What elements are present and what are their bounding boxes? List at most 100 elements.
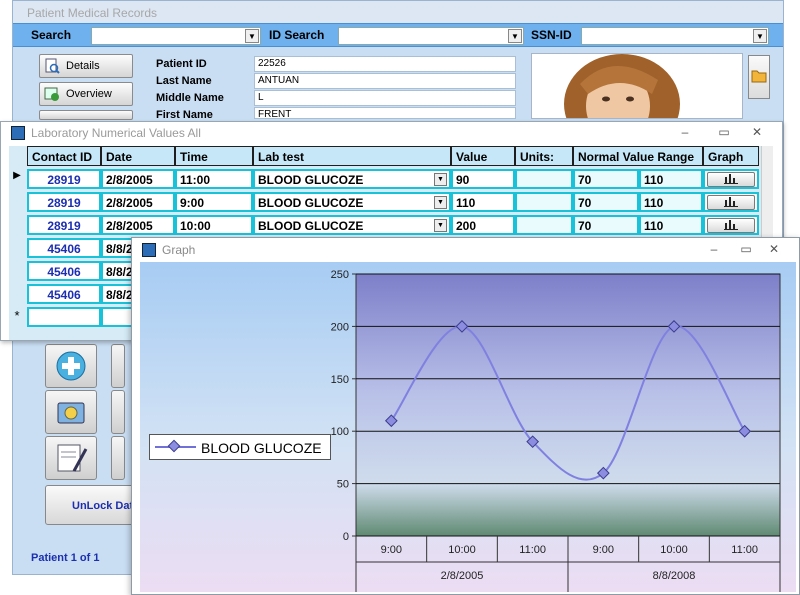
graph-button[interactable] <box>707 195 755 210</box>
table-cell-time[interactable]: 11:00 <box>175 169 253 189</box>
x-tick-label: 9:00 <box>593 544 614 556</box>
x-tick-label: 11:00 <box>519 544 546 556</box>
first-name-label: First Name <box>156 109 213 121</box>
details-label: Details <box>66 60 100 72</box>
table-cell-range-low[interactable]: 70 <box>573 169 639 189</box>
chart-legend: BLOOD GLUCOZE <box>149 434 331 460</box>
tile-partial-3[interactable] <box>111 436 125 480</box>
overview-label: Overview <box>66 88 112 100</box>
minimize-icon[interactable]: – <box>677 125 693 139</box>
table-cell-time[interactable]: 9:00 <box>175 192 253 212</box>
table-cell-range-low[interactable]: 70 <box>573 215 639 235</box>
table-cell-time[interactable]: 10:00 <box>175 215 253 235</box>
table-cell-value[interactable]: 200 <box>451 215 515 235</box>
details-button[interactable]: Details <box>39 54 133 78</box>
open-folder-button[interactable] <box>748 55 770 99</box>
col-header-contact-id[interactable]: Contact ID <box>27 146 101 166</box>
col-header-value[interactable]: Value <box>451 146 515 166</box>
middle-name-field[interactable]: L <box>254 90 516 106</box>
x-tick-label: 10:00 <box>660 544 688 556</box>
table-cell-contact-id[interactable]: 28919 <box>27 169 101 189</box>
patient-id-field[interactable]: 22526 <box>254 56 516 72</box>
table-cell-range-high[interactable]: 110 <box>639 215 703 235</box>
lab-test-value: BLOOD GLUCOZE <box>258 173 364 187</box>
id-search-combo[interactable]: ▼ <box>338 27 524 45</box>
table-cell-date[interactable]: 2/8/2005 <box>101 215 175 235</box>
table-cell-range-high[interactable]: 110 <box>639 169 703 189</box>
col-header-graph[interactable]: Graph <box>703 146 759 166</box>
chevron-down-icon[interactable]: ▼ <box>434 219 447 232</box>
maximize-icon[interactable]: ▭ <box>738 242 754 256</box>
partial-nav-button[interactable] <box>39 110 133 120</box>
col-header-time[interactable]: Time <box>175 146 253 166</box>
col-header-lab-test[interactable]: Lab test <box>253 146 451 166</box>
table-cell-units[interactable] <box>515 192 573 212</box>
chevron-down-icon[interactable]: ▼ <box>434 173 447 186</box>
table-cell-graph <box>703 192 759 212</box>
table-cell-range-high[interactable]: 110 <box>639 192 703 212</box>
tile-partial-1[interactable] <box>111 344 125 388</box>
chevron-down-icon[interactable]: ▼ <box>753 29 767 43</box>
notepad-pencil-icon <box>57 444 88 472</box>
notes-button[interactable] <box>45 436 97 480</box>
y-tick-label: 200 <box>331 321 349 333</box>
new-row-contact-id[interactable] <box>27 307 101 327</box>
add-record-button[interactable] <box>45 344 97 388</box>
chevron-down-icon[interactable]: ▼ <box>434 196 447 209</box>
graph-button[interactable] <box>707 172 755 187</box>
table-cell-contact-id[interactable]: 45406 <box>27 261 101 281</box>
search-combo[interactable]: ▼ <box>91 27 261 45</box>
x-group-label: 8/8/2008 <box>653 570 696 582</box>
graph-button[interactable] <box>707 218 755 233</box>
maximize-icon[interactable]: ▭ <box>716 125 732 139</box>
table-cell-units[interactable] <box>515 169 573 189</box>
patient-count: Patient 1 of 1 <box>31 552 100 564</box>
chart-area: 0 50 100 150 200 250 9:00 10:00 11:00 9:00 10:00 1… <box>140 262 796 592</box>
table-cell-lab-test[interactable]: BLOOD GLUCOZE ▼ <box>253 169 451 189</box>
images-button[interactable] <box>45 390 97 434</box>
table-cell-date[interactable]: 2/8/2005 <box>101 192 175 212</box>
app-icon <box>142 243 156 257</box>
y-axis: 0 50 100 150 200 250 <box>331 269 356 543</box>
table-cell-value[interactable]: 110 <box>451 192 515 212</box>
minimize-icon[interactable]: – <box>706 242 722 256</box>
table-cell-contact-id[interactable]: 45406 <box>27 284 101 304</box>
legend-marker-icon <box>155 439 196 453</box>
legend-label: BLOOD GLUCOZE <box>201 440 322 456</box>
overview-button[interactable]: Overview <box>39 82 133 106</box>
table-cell-graph <box>703 169 759 189</box>
current-row-icon: ▶ <box>13 170 21 181</box>
lab-test-value: BLOOD GLUCOZE <box>258 219 364 233</box>
ssn-combo[interactable]: ▼ <box>581 27 769 45</box>
table-cell-contact-id[interactable]: 45406 <box>27 238 101 258</box>
first-name-field[interactable]: FRENT <box>254 107 516 120</box>
line-chart: 0 50 100 150 200 250 9:00 10:00 11:00 9:00 10:00 1… <box>331 269 781 592</box>
table-cell-lab-test[interactable]: BLOOD GLUCOZE ▼ <box>253 192 451 212</box>
table-cell-date[interactable]: 2/8/2005 <box>101 169 175 189</box>
search-label: Search <box>31 28 72 42</box>
last-name-field[interactable]: ANTUAN <box>254 73 516 89</box>
table-cell-value[interactable]: 90 <box>451 169 515 189</box>
patient-photo <box>531 53 743 119</box>
col-header-units[interactable]: Units: <box>515 146 573 166</box>
app-icon <box>11 126 25 140</box>
close-icon[interactable]: ✕ <box>766 242 782 256</box>
col-header-normal-range[interactable]: Normal Value Range <box>573 146 703 166</box>
plot-area <box>355 273 781 537</box>
table-cell-lab-test[interactable]: BLOOD GLUCOZE ▼ <box>253 215 451 235</box>
chevron-down-icon[interactable]: ▼ <box>245 29 259 43</box>
y-tick-label: 0 <box>343 531 349 543</box>
tile-partial-2[interactable] <box>111 390 125 434</box>
table-cell-contact-id[interactable]: 28919 <box>27 215 101 235</box>
y-tick-label: 150 <box>331 374 349 386</box>
bar-chart-icon <box>724 174 738 184</box>
close-icon[interactable]: ✕ <box>749 125 765 139</box>
chevron-down-icon[interactable]: ▼ <box>508 29 522 43</box>
table-cell-range-low[interactable]: 70 <box>573 192 639 212</box>
folder-icon <box>751 70 767 83</box>
table-cell-units[interactable] <box>515 215 573 235</box>
col-header-date[interactable]: Date <box>101 146 175 166</box>
window-title: Graph <box>132 238 799 262</box>
table-cell-contact-id[interactable]: 28919 <box>27 192 101 212</box>
y-tick-label: 50 <box>337 479 349 491</box>
